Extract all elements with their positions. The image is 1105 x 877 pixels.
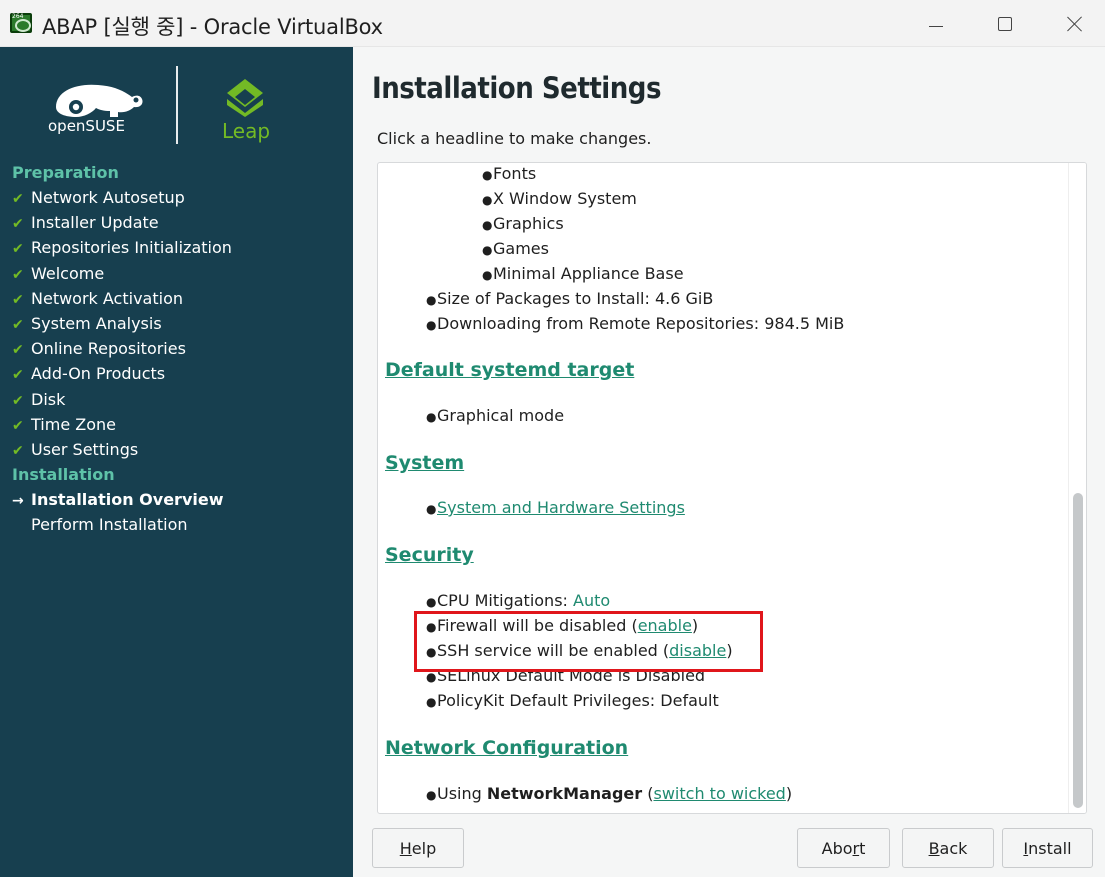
step-network-activation: ✔ Network Activation — [12, 286, 347, 311]
list-item: ●Fonts — [482, 164, 537, 183]
back-button[interactable]: Back — [902, 828, 994, 868]
policykit-item: ●PolicyKit Default Privileges: Default — [426, 691, 719, 710]
step-system-analysis: ✔ System Analysis — [12, 311, 347, 336]
scrollbar-thumb[interactable] — [1073, 493, 1083, 808]
network-manager-item: ●Using NetworkManager (switch to wicked) — [426, 784, 793, 803]
list-item: ●X Window System — [482, 189, 637, 208]
heading-security[interactable]: Security — [385, 544, 474, 566]
step-disk: ✔ Disk — [12, 387, 347, 412]
minimize-icon — [929, 26, 943, 27]
logo-divider — [176, 66, 178, 144]
list-item: ●Games — [482, 239, 549, 258]
check-icon: ✔ — [12, 442, 24, 459]
install-button[interactable]: Install — [1002, 828, 1093, 868]
installation-steps: Preparation ✔ Network Autosetup ✔ Installe… — [12, 160, 347, 537]
check-icon: ✔ — [12, 216, 24, 233]
virtualbox-icon — [10, 13, 32, 33]
switch-to-wicked-link[interactable]: switch to wicked — [654, 784, 786, 803]
page-subtitle: Click a headline to make changes. — [377, 129, 652, 148]
maximize-button[interactable] — [970, 0, 1040, 47]
arrow-right-icon: → — [12, 493, 24, 510]
minimize-button[interactable] — [901, 0, 971, 47]
firewall-enable-link[interactable]: enable — [638, 616, 692, 635]
close-button[interactable] — [1040, 0, 1105, 47]
settings-panel[interactable]: ●Fonts ●X Window System ●Graphics ●Games… — [377, 162, 1087, 814]
step-installation-overview: → Installation Overview — [12, 487, 347, 512]
leap-logo — [227, 79, 263, 117]
vertical-scrollbar[interactable] — [1068, 163, 1086, 813]
step-repositories-initialization: ✔ Repositories Initialization — [12, 235, 347, 260]
section-preparation: Preparation — [12, 163, 119, 182]
logo-area: openSUSE Leap — [0, 47, 353, 157]
help-button[interactable]: Help — [372, 828, 464, 868]
selinux-item: ●SELinux Default Mode is Disabled — [426, 666, 706, 685]
check-icon: ✔ — [12, 191, 24, 207]
check-icon: ✔ — [12, 342, 24, 359]
step-online-repositories: ✔ Online Repositories — [12, 336, 347, 361]
abort-button[interactable]: Abort — [797, 828, 890, 868]
leap-wordmark: Leap — [222, 119, 271, 143]
check-icon: ✔ — [12, 367, 24, 384]
check-icon: ✔ — [12, 316, 24, 333]
cpu-mitigations-value[interactable]: Auto — [573, 591, 610, 610]
list-item: ●System and Hardware Settings — [426, 498, 685, 517]
main-content: Installation Settings Click a headline t… — [353, 47, 1105, 877]
check-icon: ✔ — [12, 417, 24, 434]
step-add-on-products: ✔ Add-On Products — [12, 361, 347, 386]
heading-default-systemd-target[interactable]: Default systemd target — [385, 359, 634, 381]
window-title: ABAP [실행 중] - Oracle VirtualBox — [42, 15, 383, 39]
list-item: ●Minimal Appliance Base — [482, 264, 684, 283]
opensuse-wordmark: openSUSE — [48, 117, 125, 135]
list-item: ●Graphical mode — [426, 406, 565, 425]
step-installer-update: ✔ Installer Update — [12, 210, 347, 235]
maximize-icon — [998, 16, 1012, 31]
system-hardware-settings-link[interactable]: System and Hardware Settings — [437, 498, 685, 517]
cpu-mitigations-item: ●CPU Mitigations: Auto — [426, 591, 611, 610]
list-item: ●Size of Packages to Install: 4.6 GiB — [426, 289, 714, 308]
step-welcome: ✔ Welcome — [12, 261, 347, 286]
close-icon — [1067, 16, 1083, 32]
heading-network-configuration[interactable]: Network Configuration — [385, 737, 628, 759]
list-item: ●Graphics — [482, 214, 564, 233]
step-network-autosetup: ✔ Network Autosetup — [12, 185, 347, 210]
installer-sidebar: openSUSE Leap Preparation ✔ Network Autos… — [0, 47, 353, 877]
heading-system[interactable]: System — [385, 452, 464, 474]
firewall-item: ●Firewall will be disabled (enable) — [426, 616, 699, 635]
ssh-disable-link[interactable]: disable — [669, 641, 726, 660]
ssh-item: ●SSH service will be enabled (disable) — [426, 641, 733, 660]
page-title: Installation Settings — [372, 71, 662, 105]
step-time-zone: ✔ Time Zone — [12, 412, 347, 437]
window-titlebar: ABAP [실행 중] - Oracle VirtualBox — [0, 0, 1105, 47]
check-icon: ✔ — [12, 291, 24, 308]
check-icon: ✔ — [12, 241, 24, 258]
check-icon: ✔ — [12, 266, 24, 283]
list-item: ●Downloading from Remote Repositories: 9… — [426, 314, 845, 333]
step-perform-installation: Perform Installation — [31, 515, 188, 535]
step-user-settings: ✔ User Settings — [12, 437, 347, 462]
section-installation: Installation — [12, 465, 115, 485]
check-icon: ✔ — [12, 392, 24, 409]
